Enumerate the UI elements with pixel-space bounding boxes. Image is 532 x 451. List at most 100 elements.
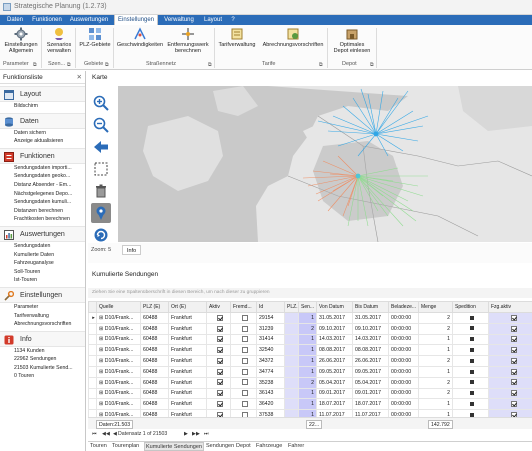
cell-vehicle-active-checkbox[interactable] bbox=[488, 355, 532, 367]
column-header[interactable]: Ort (E) bbox=[168, 301, 207, 313]
function-item[interactable]: Sendungsdaten importi... bbox=[0, 164, 85, 173]
cell-from-date[interactable]: 09.10.2017 bbox=[316, 322, 353, 335]
cell-to-date[interactable]: 31.05.2017 bbox=[352, 312, 389, 324]
function-item[interactable]: Tarifverwaltung bbox=[0, 312, 85, 321]
delete-button[interactable] bbox=[91, 181, 111, 201]
cell-shipments[interactable]: 1 bbox=[298, 387, 317, 400]
cell-to-date[interactable]: 26.06.2017 bbox=[352, 355, 389, 367]
cell-foreign-checkbox[interactable] bbox=[230, 376, 257, 389]
table-row[interactable]: ⊞ D10/Frank... 60488 Frankfurt 36143 1 09.01.… bbox=[88, 387, 532, 400]
checkbox[interactable] bbox=[241, 368, 248, 375]
cell-quantity[interactable]: 1 bbox=[418, 333, 453, 346]
group-launcher-depot[interactable]: ⧉ bbox=[370, 62, 374, 68]
cell-quantity[interactable]: 2 bbox=[418, 387, 453, 400]
cell-source[interactable]: ⊞ D10/Frank... bbox=[96, 365, 141, 378]
cell-carrier[interactable] bbox=[452, 312, 489, 324]
cell-id[interactable]: 36420 bbox=[256, 398, 285, 411]
function-item[interactable]: Anzeige aktualisieren bbox=[0, 137, 85, 146]
cell-to-date[interactable]: 14.03.2017 bbox=[352, 333, 389, 346]
row-indicator[interactable] bbox=[88, 355, 97, 367]
cell-plz-group[interactable] bbox=[284, 355, 299, 367]
cell-source[interactable]: ⊞ D10/Frank... bbox=[96, 376, 141, 389]
cell-plz[interactable]: 60488 bbox=[140, 333, 169, 346]
cell-plz-group[interactable] bbox=[284, 312, 299, 324]
cell-plz[interactable]: 60488 bbox=[140, 312, 169, 324]
section-title-layout[interactable]: Layout bbox=[0, 86, 85, 102]
cell-from-date[interactable]: 08.08.2017 bbox=[316, 344, 353, 357]
cell-load-time[interactable]: 00:00:00 bbox=[388, 398, 419, 411]
column-header[interactable]: Menge bbox=[418, 301, 453, 313]
cell-id[interactable]: 36143 bbox=[256, 387, 285, 400]
group-by-area[interactable]: Ziehen Sie eine Spaltenüberschrift in di… bbox=[88, 288, 532, 298]
cell-from-date[interactable]: 05.04.2017 bbox=[316, 376, 353, 389]
checkbox[interactable] bbox=[216, 336, 223, 343]
checkbox[interactable] bbox=[510, 401, 517, 408]
row-indicator[interactable] bbox=[88, 344, 97, 357]
cell-source[interactable]: ⊞ D10/Frank... bbox=[96, 344, 141, 357]
table-row[interactable]: ⊞ D10/Frank... 60488 Frankfurt 31239 2 09.10.… bbox=[88, 322, 532, 335]
tab-touren[interactable]: Touren bbox=[90, 443, 107, 449]
checkbox[interactable] bbox=[241, 336, 248, 343]
row-indicator[interactable] bbox=[88, 365, 97, 378]
cell-quantity[interactable]: 1 bbox=[418, 344, 453, 357]
cell-quantity[interactable]: 2 bbox=[418, 355, 453, 367]
checkbox[interactable] bbox=[216, 314, 223, 321]
cell-carrier[interactable] bbox=[452, 344, 489, 357]
cell-shipments[interactable]: 1 bbox=[298, 333, 317, 346]
cell-source[interactable]: ⊞ D10/Frank... bbox=[96, 333, 141, 346]
checkbox[interactable] bbox=[216, 401, 223, 408]
cell-carrier[interactable] bbox=[452, 376, 489, 389]
row-indicator[interactable] bbox=[88, 387, 97, 400]
function-item[interactable]: Ist-Touren bbox=[0, 276, 85, 285]
cell-plz[interactable]: 60488 bbox=[140, 376, 169, 389]
checkbox[interactable] bbox=[241, 401, 248, 408]
cell-city[interactable]: Frankfurt bbox=[168, 344, 207, 357]
cell-vehicle-active-checkbox[interactable] bbox=[488, 322, 532, 335]
checkbox[interactable] bbox=[241, 390, 248, 397]
cell-id[interactable]: 34774 bbox=[256, 365, 285, 378]
column-header[interactable]: Spedition bbox=[452, 301, 489, 313]
select-area-button[interactable] bbox=[91, 159, 111, 179]
tab-fahrer[interactable]: Fahrer bbox=[288, 443, 304, 449]
prev-page-button[interactable]: ◀◀ bbox=[102, 431, 110, 437]
cell-shipments[interactable]: 1 bbox=[298, 355, 317, 367]
cell-city[interactable]: Frankfurt bbox=[168, 312, 207, 324]
cell-vehicle-active-checkbox[interactable] bbox=[488, 312, 532, 324]
checkbox[interactable] bbox=[510, 347, 517, 354]
cell-shipments[interactable]: 2 bbox=[298, 376, 317, 389]
table-row[interactable]: ⊞ D10/Frank... 60488 Frankfurt 35238 2 05.04.… bbox=[88, 376, 532, 389]
cell-from-date[interactable]: 18.07.2017 bbox=[316, 398, 353, 411]
column-header[interactable]: Fzg.aktiv bbox=[488, 301, 532, 313]
cell-foreign-checkbox[interactable] bbox=[230, 322, 257, 335]
checkbox[interactable] bbox=[216, 325, 223, 332]
cell-city[interactable]: Frankfurt bbox=[168, 398, 207, 411]
back-button[interactable] bbox=[91, 137, 111, 157]
cell-vehicle-active-checkbox[interactable] bbox=[488, 365, 532, 378]
cell-id[interactable]: 29154 bbox=[256, 312, 285, 324]
pin-icon[interactable]: ✕ bbox=[77, 71, 82, 84]
cell-active-checkbox[interactable] bbox=[206, 376, 231, 389]
section-title-settings[interactable]: Einstellungen bbox=[0, 286, 85, 303]
column-header[interactable]: Id bbox=[256, 301, 285, 313]
cell-carrier[interactable] bbox=[452, 355, 489, 367]
checkbox[interactable] bbox=[241, 347, 248, 354]
function-item[interactable]: Distanz Absender - Em... bbox=[0, 181, 85, 190]
cell-quantity[interactable]: 2 bbox=[418, 312, 453, 324]
column-header[interactable] bbox=[88, 301, 97, 313]
function-item[interactable]: Distanzen berechnen bbox=[0, 207, 85, 216]
first-record-button[interactable]: ⏮ bbox=[92, 431, 97, 438]
checkbox[interactable] bbox=[510, 314, 517, 321]
cell-quantity[interactable]: 2 bbox=[418, 322, 453, 335]
column-header[interactable]: Fremd... bbox=[230, 301, 257, 313]
cell-plz-group[interactable] bbox=[284, 322, 299, 335]
checkbox[interactable] bbox=[216, 368, 223, 375]
billing-rules-button[interactable]: Abrechnungsvorschriften bbox=[262, 27, 324, 59]
settings-general-button[interactable]: Einstellungen Allgemein bbox=[2, 27, 40, 59]
column-header[interactable]: Sen... bbox=[298, 301, 317, 313]
row-indicator[interactable] bbox=[88, 376, 97, 389]
cell-active-checkbox[interactable] bbox=[206, 322, 231, 335]
column-header[interactable]: PLZ... bbox=[284, 301, 299, 313]
cell-foreign-checkbox[interactable] bbox=[230, 312, 257, 324]
cell-foreign-checkbox[interactable] bbox=[230, 355, 257, 367]
checkbox[interactable] bbox=[216, 379, 223, 386]
